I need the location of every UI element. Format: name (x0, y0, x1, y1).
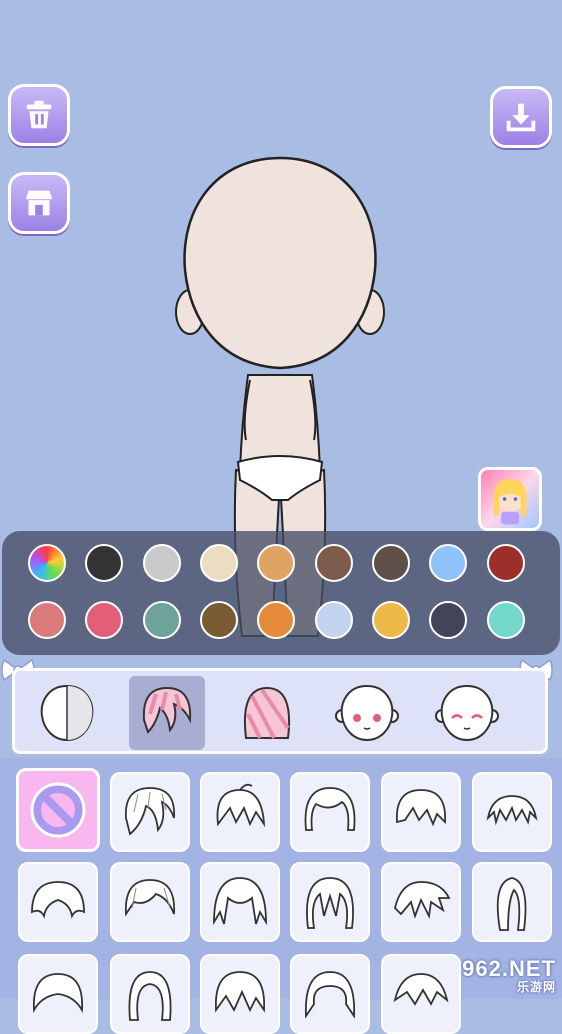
hair-style-icon (306, 877, 354, 929)
hair-item[interactable] (290, 862, 370, 942)
tab-hair-front[interactable] (129, 676, 205, 750)
hair-style-icon (305, 971, 355, 1019)
watermark: 962.NET 乐游网 (462, 956, 556, 994)
character-thumbnail[interactable] (478, 467, 542, 531)
face-icon (335, 684, 399, 742)
color-swatch[interactable] (143, 544, 181, 582)
color-swatch[interactable] (200, 544, 238, 582)
hair-style-icon (496, 877, 527, 931)
hair-item[interactable] (290, 772, 370, 852)
hair-item[interactable] (472, 862, 552, 942)
tab-face[interactable] (329, 676, 405, 750)
expression-icon (435, 684, 499, 742)
color-swatch[interactable] (487, 601, 525, 639)
hair-style-icon (396, 789, 446, 827)
color-swatch[interactable] (315, 544, 353, 582)
none-icon (30, 782, 86, 838)
hair-style-icon (215, 971, 265, 1013)
hair-style-icon (33, 973, 83, 1014)
color-swatch[interactable] (315, 601, 353, 639)
color-swatch[interactable] (28, 601, 66, 639)
shop-icon (25, 190, 53, 216)
tab-hair-back[interactable] (229, 676, 305, 750)
download-button[interactable] (490, 86, 552, 148)
body-icon (40, 684, 94, 742)
hair-item[interactable] (200, 954, 280, 1034)
hair-style-icon (128, 971, 172, 1021)
hair-item[interactable] (200, 772, 280, 852)
color-swatch[interactable] (487, 544, 525, 582)
hair-item[interactable] (110, 862, 190, 942)
hair-style-icon (31, 881, 85, 919)
color-swatch[interactable] (200, 601, 238, 639)
color-swatch[interactable] (85, 544, 123, 582)
color-swatch[interactable] (257, 544, 295, 582)
hair-item[interactable] (472, 772, 552, 852)
color-swatch[interactable] (143, 601, 181, 639)
hair-style-icon (213, 877, 267, 926)
hair-item[interactable] (110, 954, 190, 1034)
tab-expression[interactable] (429, 676, 505, 750)
hair-item[interactable] (18, 862, 98, 942)
hair-item[interactable] (200, 862, 280, 942)
hair-style-icon (216, 783, 266, 828)
hair-item[interactable] (290, 954, 370, 1034)
hair-front-icon (142, 686, 192, 734)
download-icon (506, 103, 536, 132)
color-swatch[interactable] (372, 544, 410, 582)
hair-style-icon (304, 787, 356, 831)
hair-style-icon (125, 787, 175, 836)
hair-style-icon (394, 881, 451, 919)
hair-item[interactable] (381, 954, 461, 1034)
tab-body[interactable] (29, 676, 105, 750)
color-palette (2, 531, 560, 655)
color-swatch[interactable] (429, 544, 467, 582)
color-swatch[interactable] (372, 601, 410, 639)
hair-back-icon (243, 686, 291, 739)
color-swatch[interactable] (429, 601, 467, 639)
item-grid: 962.NET 乐游网 (0, 758, 562, 1034)
hair-item[interactable] (18, 954, 98, 1034)
trash-icon (26, 100, 52, 129)
no-item-button[interactable] (16, 768, 100, 852)
hair-item[interactable] (381, 862, 461, 942)
hair-style-icon (486, 795, 538, 826)
color-swatch-rainbow[interactable] (28, 544, 66, 582)
trash-button[interactable] (8, 84, 70, 146)
hair-style-icon (393, 973, 449, 1006)
hair-style-icon (125, 879, 175, 917)
color-swatch[interactable] (85, 601, 123, 639)
hair-item[interactable] (110, 772, 190, 852)
shop-button[interactable] (8, 172, 70, 234)
color-swatch[interactable] (257, 601, 295, 639)
category-tabs (12, 668, 548, 754)
hair-item[interactable] (381, 772, 461, 852)
